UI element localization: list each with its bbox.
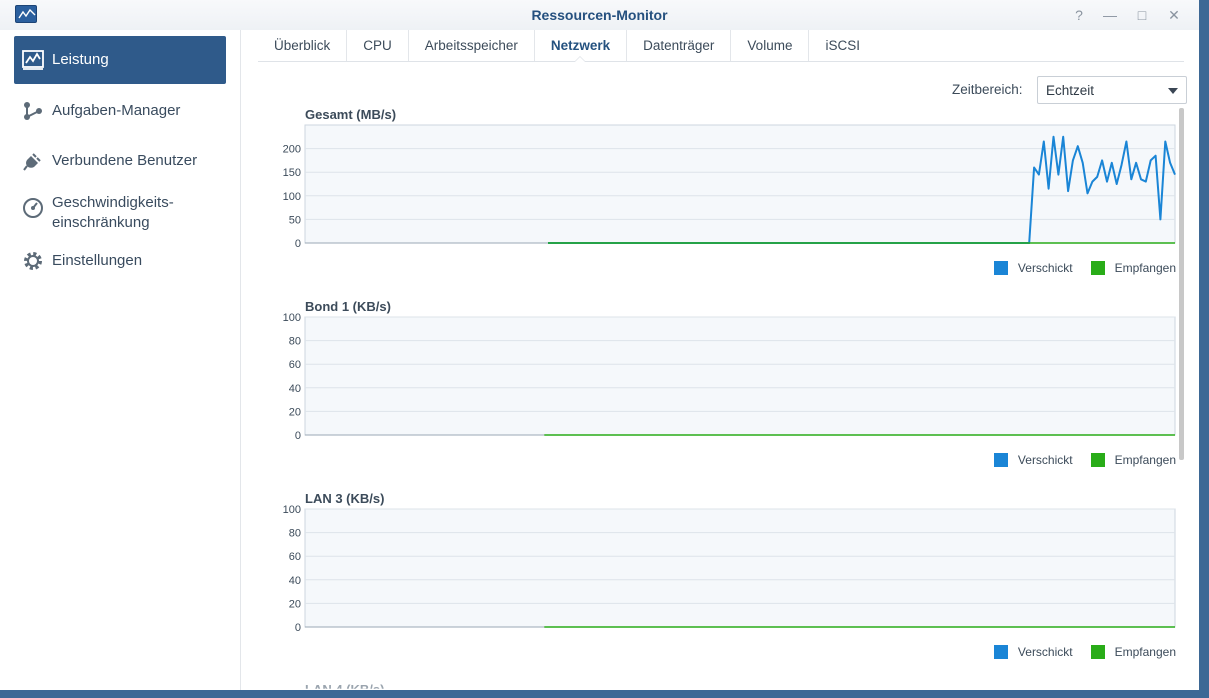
y-tick-label: 80 xyxy=(289,528,301,540)
performance-chart-icon xyxy=(14,49,52,71)
sidebar-item-einstellungen[interactable]: Einstellungen xyxy=(14,237,226,285)
chart-plot: 0 20 40 60 80 100 xyxy=(283,504,1176,634)
tab-arbeitsspeicher[interactable]: Arbeitsspeicher xyxy=(409,30,535,61)
y-tick-label: 40 xyxy=(289,383,301,395)
window-title: Ressourcen-Monitor xyxy=(531,7,668,23)
y-tick-label: 50 xyxy=(289,214,301,226)
chart-title-partial: LAN 4 (KB/s) xyxy=(305,682,385,690)
help-button[interactable]: ? xyxy=(1070,6,1088,24)
plot-area xyxy=(304,508,1176,628)
y-tick-label: 0 xyxy=(295,238,301,250)
tab-netzwerk[interactable]: Netzwerk xyxy=(535,30,628,62)
y-tick-label: 100 xyxy=(283,191,301,203)
legend-swatch xyxy=(1090,261,1105,275)
y-tick-label: 100 xyxy=(283,504,301,516)
y-tick-label: 60 xyxy=(289,359,301,371)
task-manager-icon xyxy=(14,100,52,122)
resource-monitor-window: Ressourcen-Monitor ? — □ ✕ Leistung Aufg… xyxy=(0,0,1199,690)
minimize-button[interactable]: — xyxy=(1101,6,1119,24)
sidebar-item-label: Aufgaben-Manager xyxy=(52,102,181,119)
legend-item-verschickt[interactable]: Verschickt xyxy=(993,645,1073,659)
legend-swatch xyxy=(993,261,1008,275)
sidebar-item-verbundene-benutzer[interactable]: Verbundene Benutzer xyxy=(14,137,226,185)
chevron-down-icon xyxy=(1168,88,1178,94)
chart-legend: Verschickt Empfangen xyxy=(993,645,1176,659)
legend-item-empfangen[interactable]: Empfangen xyxy=(1090,645,1176,659)
plug-icon xyxy=(14,150,52,172)
y-tick-label: 20 xyxy=(289,406,301,418)
legend-label: Empfangen xyxy=(1114,645,1176,659)
y-tick-label: 80 xyxy=(289,336,301,348)
legend-item-verschickt[interactable]: Verschickt xyxy=(993,261,1073,275)
tab-iscsi[interactable]: iSCSI xyxy=(809,30,876,61)
legend-label: Verschickt xyxy=(1017,261,1073,275)
time-range-label: Zeitbereich: xyxy=(952,82,1023,97)
tab-cpu[interactable]: CPU xyxy=(347,30,409,61)
legend-item-verschickt[interactable]: Verschickt xyxy=(993,453,1073,467)
title-bar[interactable]: Ressourcen-Monitor ? — □ ✕ xyxy=(0,0,1199,30)
legend-item-empfangen[interactable]: Empfangen xyxy=(1090,261,1176,275)
tab-datentraeger[interactable]: Datenträger xyxy=(627,30,732,61)
legend-label: Empfangen xyxy=(1114,453,1176,467)
time-range-select[interactable]: Echtzeit xyxy=(1037,76,1187,104)
chart-block: Gesamt (MB/s) 0 50 100 150 200 Verschickt Empfa… xyxy=(258,107,1176,292)
chart-legend: Verschickt Empfangen xyxy=(993,261,1176,275)
main-panel: Überblick CPU Arbeitsspeicher Netzwerk D… xyxy=(242,30,1199,690)
sidebar-item-label: Geschwindigkeits- einschränkung xyxy=(52,194,174,231)
maximize-button[interactable]: □ xyxy=(1133,6,1151,24)
sidebar-item-geschwindigkeitseinschraenkung[interactable]: Geschwindigkeits- einschränkung xyxy=(14,187,226,239)
y-tick-label: 100 xyxy=(283,312,301,324)
sidebar-item-leistung[interactable]: Leistung xyxy=(14,36,226,84)
y-tick-label: 200 xyxy=(283,144,301,156)
legend-label: Verschickt xyxy=(1017,645,1073,659)
y-tick-label: 20 xyxy=(289,598,301,610)
time-range-value: Echtzeit xyxy=(1046,83,1095,98)
legend-swatch xyxy=(1090,645,1105,659)
legend-label: Empfangen xyxy=(1114,261,1176,275)
tab-volume[interactable]: Volume xyxy=(731,30,810,61)
sidebar-item-aufgaben-manager[interactable]: Aufgaben-Manager xyxy=(14,87,226,135)
sidebar: Leistung Aufgaben-Manager Verbundene Ben… xyxy=(0,30,241,690)
chart-block: Bond 1 (KB/s) 0 20 40 60 80 100 Verschickt Empfa… xyxy=(258,299,1176,484)
tab-bar: Überblick CPU Arbeitsspeicher Netzwerk D… xyxy=(258,30,1184,62)
chart-legend: Verschickt Empfangen xyxy=(993,453,1176,467)
speedometer-icon xyxy=(14,193,52,219)
legend-label: Verschickt xyxy=(1017,453,1073,467)
gear-icon xyxy=(14,250,52,272)
y-tick-label: 150 xyxy=(283,167,301,179)
chart-plot: 0 20 40 60 80 100 xyxy=(283,312,1176,442)
sidebar-item-label: Verbundene Benutzer xyxy=(52,152,198,169)
y-tick-label: 40 xyxy=(289,575,301,587)
chart-block: LAN 3 (KB/s) 0 20 40 60 80 100 Verschickt Empfan… xyxy=(258,491,1176,676)
sidebar-item-label: Leistung xyxy=(52,51,109,68)
legend-item-empfangen[interactable]: Empfangen xyxy=(1090,453,1176,467)
chart-plot: 0 50 100 150 200 xyxy=(283,124,1176,250)
y-tick-label: 0 xyxy=(295,430,301,442)
legend-swatch xyxy=(1090,453,1105,467)
y-tick-label: 0 xyxy=(295,622,301,634)
legend-swatch xyxy=(993,645,1008,659)
tab-ueberblick[interactable]: Überblick xyxy=(258,30,348,61)
close-button[interactable]: ✕ xyxy=(1165,6,1183,24)
y-tick-label: 60 xyxy=(289,551,301,563)
scrollbar[interactable] xyxy=(1179,108,1184,460)
sidebar-item-label: Einstellungen xyxy=(52,252,143,269)
plot-area xyxy=(304,316,1176,436)
legend-swatch xyxy=(993,453,1008,467)
